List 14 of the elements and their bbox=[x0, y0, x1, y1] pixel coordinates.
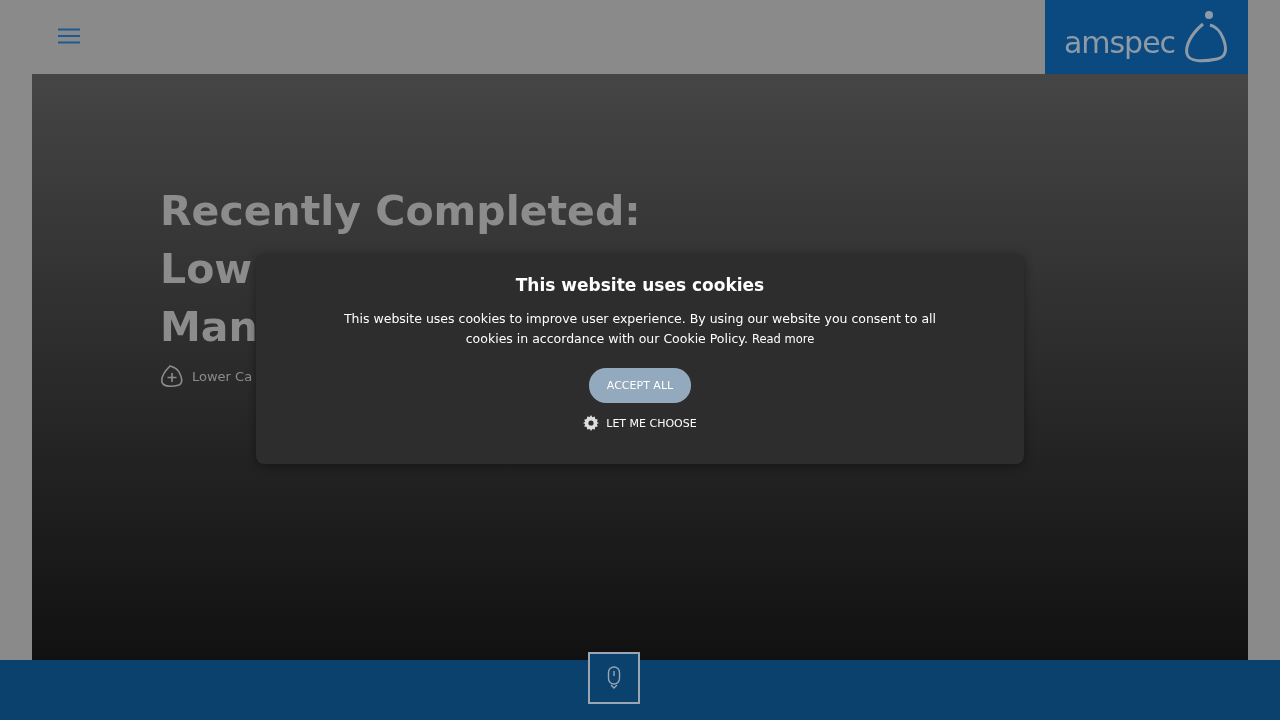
category-label: Lower Ca bbox=[192, 368, 253, 384]
dialog-message: This website uses cookies to improve user experience. By using our website you consent to all cookies in accordance with our Cookie Policy. Read more bbox=[343, 310, 937, 348]
dialog-title: This website uses cookies bbox=[515, 275, 765, 295]
read-more-link[interactable]: Read more bbox=[751, 332, 815, 346]
heading-line: Low bbox=[160, 244, 253, 295]
menu-icon bbox=[58, 28, 80, 44]
let-me-choose-button[interactable]: LET ME CHOOSE bbox=[583, 415, 697, 431]
scroll-down-button[interactable] bbox=[588, 652, 640, 704]
gear-icon bbox=[583, 415, 600, 431]
heading-line: Man bbox=[160, 302, 258, 353]
mouse-icon bbox=[607, 666, 621, 690]
plus-drop-icon bbox=[160, 364, 184, 388]
drop-icon bbox=[1183, 10, 1230, 64]
heading-line: Recently Completed: bbox=[160, 186, 641, 237]
